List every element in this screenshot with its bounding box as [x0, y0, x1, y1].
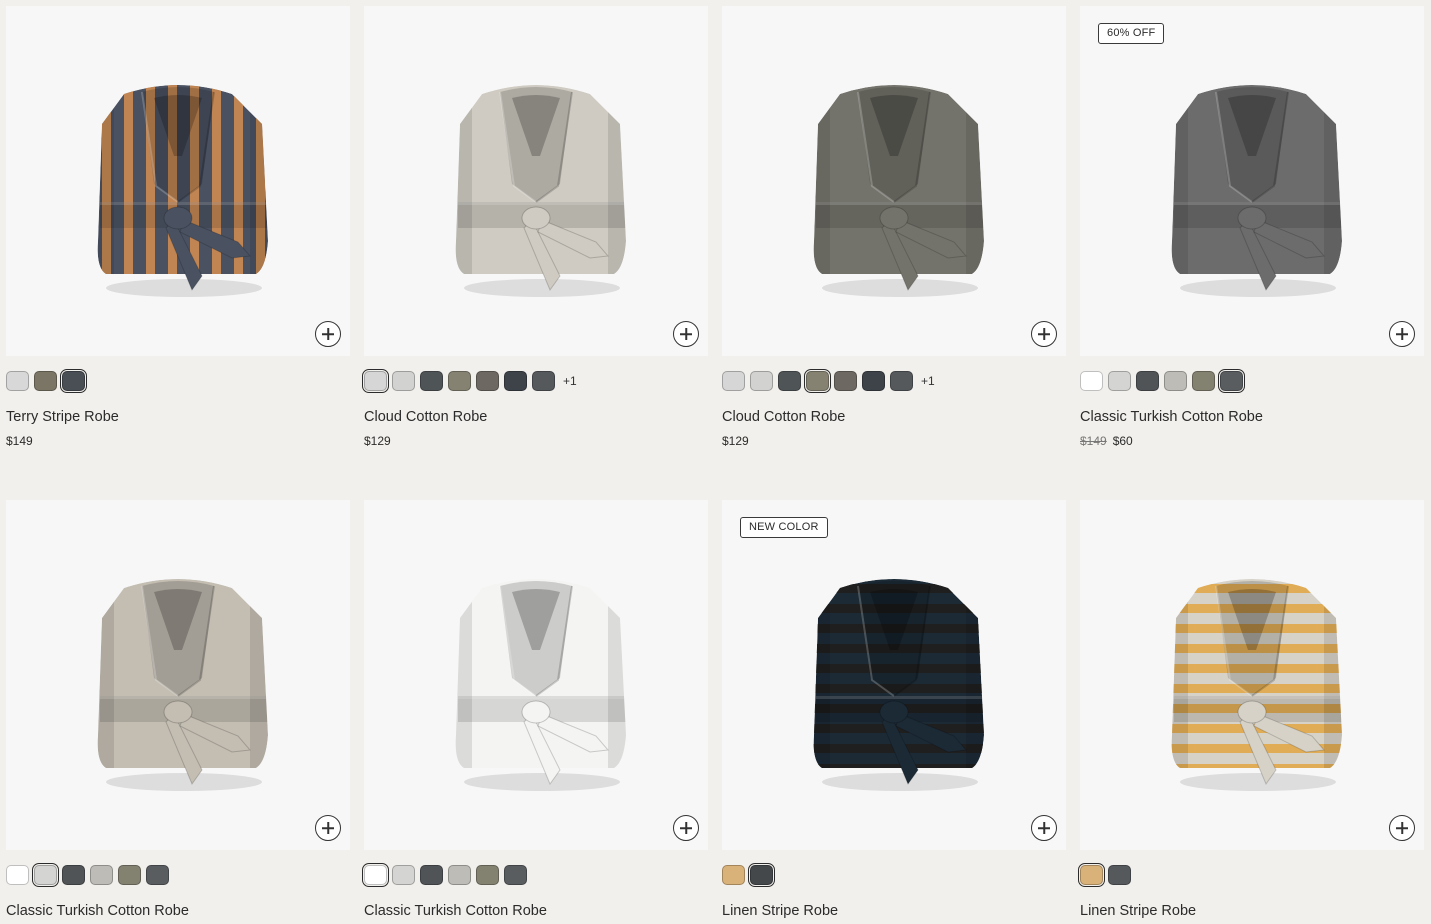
color-swatch[interactable] [60, 369, 87, 393]
color-swatches: +1 [362, 369, 708, 393]
color-swatch[interactable] [722, 865, 745, 885]
product-image[interactable] [364, 6, 708, 356]
product-card[interactable]: Linen Stripe Robe [1078, 500, 1424, 919]
color-swatch[interactable] [834, 371, 857, 391]
color-swatch[interactable] [392, 865, 415, 885]
product-grid: Terry Stripe Robe $149 +1 Cloud Cotton R… [0, 0, 1431, 924]
robe-image [813, 579, 985, 791]
color-swatch[interactable] [778, 371, 801, 391]
product-name[interactable]: Cloud Cotton Robe [364, 409, 708, 425]
color-swatch[interactable] [748, 863, 775, 887]
color-swatch[interactable] [1108, 371, 1131, 391]
add-to-cart-icon[interactable] [673, 321, 699, 347]
color-swatch[interactable] [6, 865, 29, 885]
product-image[interactable] [1080, 500, 1424, 850]
color-swatch[interactable] [34, 371, 57, 391]
color-swatch[interactable] [362, 863, 389, 887]
color-swatch[interactable] [504, 865, 527, 885]
robe-image [455, 579, 627, 791]
add-to-cart-icon[interactable] [1389, 815, 1415, 841]
color-swatch[interactable] [392, 371, 415, 391]
product-image[interactable] [364, 500, 708, 850]
product-image[interactable] [722, 6, 1066, 356]
color-swatch[interactable] [804, 369, 831, 393]
product-name[interactable]: Classic Turkish Cotton Robe [1080, 409, 1424, 425]
add-to-cart-icon[interactable] [1031, 815, 1057, 841]
color-swatch[interactable] [146, 865, 169, 885]
product-name[interactable]: Terry Stripe Robe [6, 409, 350, 425]
add-to-cart-icon[interactable] [673, 815, 699, 841]
product-name[interactable]: Classic Turkish Cotton Robe [364, 903, 708, 919]
product-image[interactable]: 60% OFF [1080, 6, 1424, 356]
color-swatch[interactable] [722, 371, 745, 391]
product-name[interactable]: Linen Stripe Robe [722, 903, 1066, 919]
color-swatches [1080, 369, 1424, 393]
add-to-cart-icon[interactable] [1031, 321, 1057, 347]
product-card[interactable]: Classic Turkish Cotton Robe [6, 500, 350, 919]
color-swatches [362, 863, 708, 887]
product-image[interactable]: NEW COLOR [722, 500, 1066, 850]
color-swatch[interactable] [750, 371, 773, 391]
color-swatch[interactable] [1080, 371, 1103, 391]
robe-image [97, 85, 269, 297]
color-swatch[interactable] [1218, 369, 1245, 393]
product-card[interactable]: Classic Turkish Cotton Robe [362, 500, 708, 919]
add-to-cart-icon[interactable] [315, 815, 341, 841]
robe-image [97, 579, 269, 791]
new-color-badge: NEW COLOR [740, 517, 828, 538]
robe-image [813, 85, 985, 297]
color-swatches [722, 863, 1066, 887]
color-swatch[interactable] [1108, 865, 1131, 885]
color-swatch[interactable] [6, 371, 29, 391]
color-swatches [6, 863, 350, 887]
product-price: $129 [364, 434, 391, 448]
color-swatch[interactable] [504, 371, 527, 391]
color-swatch[interactable] [1136, 371, 1159, 391]
robe-image [1171, 85, 1343, 297]
product-card[interactable]: Terry Stripe Robe $149 [6, 6, 350, 448]
product-card[interactable]: 60% OFF Classic Turkish Cotton Robe $149… [1080, 6, 1424, 448]
color-swatch[interactable] [448, 865, 471, 885]
color-swatch[interactable] [476, 865, 499, 885]
product-price: $149 $60 [1080, 434, 1424, 448]
add-to-cart-icon[interactable] [315, 321, 341, 347]
robe-image [1171, 579, 1343, 791]
product-image[interactable] [6, 500, 350, 850]
product-card[interactable]: NEW COLOR Linen Stripe Robe [722, 500, 1066, 919]
color-swatch[interactable] [90, 865, 113, 885]
sale-price: $60 [1112, 434, 1133, 448]
color-swatch[interactable] [476, 371, 499, 391]
color-swatches: +1 [722, 369, 1066, 393]
product-name[interactable]: Classic Turkish Cotton Robe [6, 903, 350, 919]
color-swatches [6, 369, 350, 393]
color-swatch[interactable] [890, 371, 913, 391]
color-swatch[interactable] [532, 371, 555, 391]
color-swatch[interactable] [448, 371, 471, 391]
product-card[interactable]: +1 Cloud Cotton Robe $129 [362, 6, 708, 448]
color-swatch[interactable] [420, 865, 443, 885]
original-price: $149 [1080, 434, 1107, 448]
product-price: $129 [722, 434, 749, 448]
color-swatch[interactable] [32, 863, 59, 887]
more-colors-label[interactable]: +1 [563, 374, 577, 388]
robe-image [455, 85, 627, 297]
color-swatches [1078, 863, 1424, 887]
product-name[interactable]: Linen Stripe Robe [1080, 903, 1424, 919]
add-to-cart-icon[interactable] [1389, 321, 1415, 347]
more-colors-label[interactable]: +1 [921, 374, 935, 388]
product-price: $149 [6, 434, 33, 448]
color-swatch[interactable] [362, 369, 389, 393]
product-name[interactable]: Cloud Cotton Robe [722, 409, 1066, 425]
color-swatch[interactable] [862, 371, 885, 391]
color-swatch[interactable] [118, 865, 141, 885]
discount-badge: 60% OFF [1098, 23, 1165, 44]
color-swatch[interactable] [62, 865, 85, 885]
color-swatch[interactable] [420, 371, 443, 391]
color-swatch[interactable] [1164, 371, 1187, 391]
color-swatch[interactable] [1078, 863, 1105, 887]
product-card[interactable]: +1 Cloud Cotton Robe $129 [722, 6, 1066, 448]
color-swatch[interactable] [1192, 371, 1215, 391]
product-image[interactable] [6, 6, 350, 356]
